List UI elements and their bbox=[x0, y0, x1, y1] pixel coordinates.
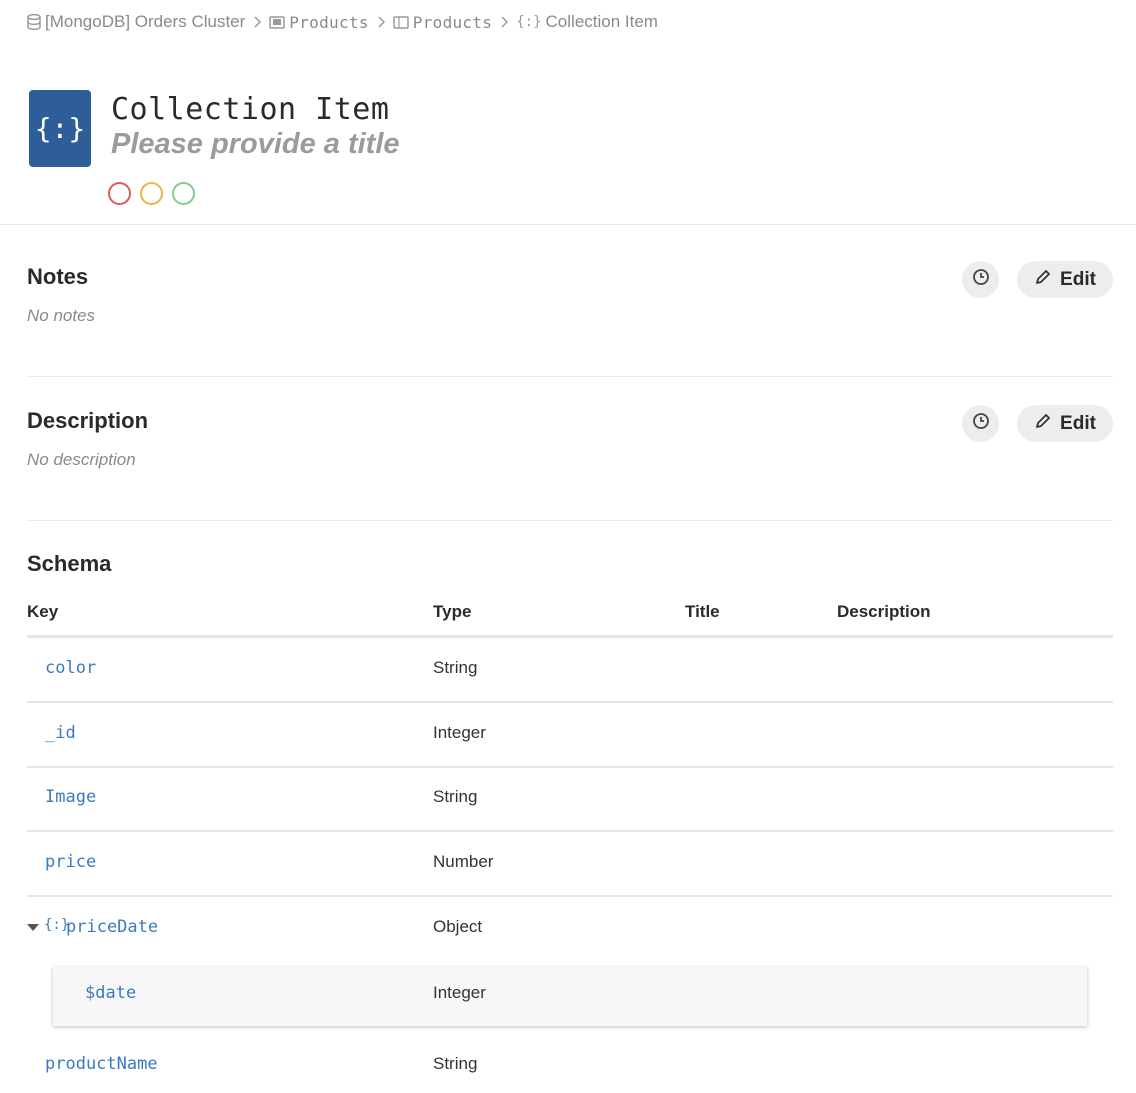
breadcrumb-label: Products bbox=[289, 12, 369, 32]
field-type: Number bbox=[433, 852, 494, 871]
schema-section: Schema bbox=[27, 551, 1113, 581]
field-key[interactable]: _id bbox=[45, 723, 76, 743]
divider bbox=[27, 520, 1113, 521]
clock-icon bbox=[972, 268, 990, 291]
schema-title: Schema bbox=[27, 551, 112, 576]
column-header-type[interactable]: Type bbox=[433, 602, 471, 622]
field-key[interactable]: color bbox=[45, 658, 96, 678]
edit-label: Edit bbox=[1060, 412, 1096, 434]
object-header: {:} Collection Item Please provide a tit… bbox=[0, 60, 1136, 225]
status-green-circle[interactable] bbox=[172, 182, 195, 205]
column-header-title[interactable]: Title bbox=[685, 602, 720, 622]
status-selector bbox=[108, 182, 195, 205]
field-key[interactable]: priceDate bbox=[66, 917, 158, 937]
description-title: Description bbox=[27, 408, 149, 433]
description-section: Description No description Edit bbox=[27, 405, 1113, 508]
field-key[interactable]: productName bbox=[45, 1054, 158, 1074]
breadcrumb-label: Collection Item bbox=[545, 12, 658, 31]
pencil-icon bbox=[1034, 268, 1052, 292]
breadcrumb-item-schema[interactable]: Products bbox=[269, 13, 368, 32]
field-type: Object bbox=[433, 917, 483, 936]
table-row[interactable]: $date Integer bbox=[53, 967, 1087, 1026]
description-edit-button[interactable]: Edit bbox=[1017, 405, 1113, 442]
schema-icon bbox=[269, 15, 286, 29]
breadcrumb-item-current[interactable]: {:} Collection Item bbox=[516, 12, 658, 32]
notes-title: Notes bbox=[27, 264, 89, 289]
chevron-right-icon bbox=[377, 16, 385, 28]
caret-down-icon[interactable] bbox=[27, 924, 39, 931]
object-braces-icon: {:} bbox=[516, 14, 542, 30]
field-key[interactable]: price bbox=[45, 852, 96, 872]
page-title: Collection Item bbox=[111, 92, 390, 127]
description-empty-text: No description bbox=[27, 450, 136, 469]
title-input-placeholder[interactable]: Please provide a title bbox=[111, 128, 400, 161]
database-icon bbox=[27, 14, 41, 30]
breadcrumb-label: [MongoDB] Orders Cluster bbox=[45, 12, 246, 31]
field-key[interactable]: Image bbox=[45, 787, 96, 807]
field-type: String bbox=[433, 1054, 478, 1073]
edit-label: Edit bbox=[1060, 268, 1096, 290]
object-braces-icon: {:} bbox=[29, 90, 91, 167]
table-row[interactable]: color String bbox=[27, 638, 1113, 703]
chevron-right-icon bbox=[253, 16, 262, 28]
notes-empty-text: No notes bbox=[27, 306, 96, 325]
nested-fields-panel: $date Integer bbox=[53, 967, 1087, 1026]
breadcrumb-item-collection[interactable]: Products bbox=[393, 13, 492, 32]
table-row[interactable]: price Number bbox=[27, 832, 1113, 897]
table-row[interactable]: productName String bbox=[27, 1034, 1113, 1093]
notes-section: Notes No notes Edit bbox=[27, 261, 1113, 364]
pencil-icon bbox=[1034, 412, 1052, 436]
clock-icon bbox=[972, 412, 990, 435]
table-row[interactable]: Image String bbox=[27, 767, 1113, 832]
notes-edit-button[interactable]: Edit bbox=[1017, 261, 1113, 298]
status-red-circle[interactable] bbox=[108, 182, 131, 205]
field-type: String bbox=[433, 787, 478, 806]
breadcrumb-label: Products bbox=[412, 12, 493, 32]
notes-history-button[interactable] bbox=[962, 261, 999, 298]
field-type: Integer bbox=[433, 983, 486, 1002]
schema-table-header: Key Type Title Description bbox=[27, 598, 1113, 638]
breadcrumb: [MongoDB] Orders Cluster Products Produc… bbox=[27, 10, 658, 34]
table-row[interactable]: {:} priceDate Object bbox=[27, 897, 1113, 962]
column-header-key[interactable]: Key bbox=[27, 602, 58, 622]
chevron-right-icon bbox=[500, 16, 509, 28]
divider bbox=[27, 376, 1113, 377]
collection-icon bbox=[393, 15, 409, 29]
description-history-button[interactable] bbox=[962, 405, 999, 442]
field-type: String bbox=[433, 658, 478, 677]
column-header-description[interactable]: Description bbox=[837, 602, 931, 622]
field-type: Integer bbox=[433, 723, 486, 742]
breadcrumb-item-cluster[interactable]: [MongoDB] Orders Cluster bbox=[27, 12, 245, 32]
status-yellow-circle[interactable] bbox=[140, 182, 163, 205]
field-key[interactable]: $date bbox=[85, 983, 136, 1003]
table-row[interactable]: _id Integer bbox=[27, 703, 1113, 768]
